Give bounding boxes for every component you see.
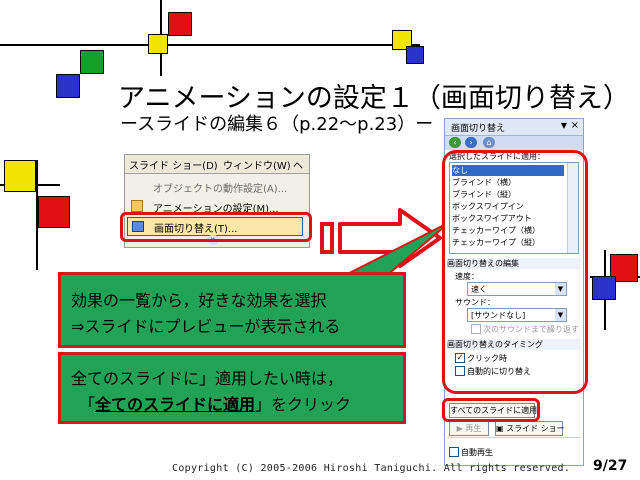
decor-square-blue-3 <box>592 276 616 300</box>
apply-all-highlight-outline <box>442 398 540 422</box>
decor-square-blue-2 <box>406 46 424 64</box>
task-pane-header: 画面切り替え ▼ × <box>445 119 583 136</box>
menu-help[interactable]: ヘ <box>293 157 303 172</box>
callout2-line2: 「全てのスライドに適用」をクリック <box>79 395 352 414</box>
home-icon[interactable]: ⌂ <box>483 137 495 148</box>
slideshow-icon: ▣ <box>496 424 504 433</box>
decor-line-top <box>0 44 420 46</box>
close-icon[interactable]: × <box>571 120 579 131</box>
decor-square-red-2 <box>38 196 70 228</box>
forward-icon[interactable]: › <box>465 137 477 148</box>
decor-square-green <box>80 50 104 74</box>
back-icon[interactable]: ‹ <box>449 137 461 148</box>
dropdown-arrow-icon[interactable]: ▼ <box>561 121 567 130</box>
decor-square-yellow-3 <box>4 160 36 192</box>
decor-square-yellow <box>148 34 168 54</box>
menu-highlight-outline <box>120 212 312 242</box>
decor-square-blue <box>56 74 80 98</box>
page-number: 9/27 <box>593 458 628 474</box>
callout2-line1: 全てのスライドに」適用したい時は， <box>71 369 344 388</box>
menu-window[interactable]: ウィンドウ(W) <box>223 157 291 172</box>
play-button[interactable]: ▶ 再生 <box>449 421 489 436</box>
page-subtitle: ースライドの編集６（p.22〜p.23）ー <box>120 114 434 135</box>
task-pane-toolbar: ‹ › ⌂ <box>445 136 583 150</box>
animation-icon <box>131 200 143 212</box>
callout1-line1: 効果の一覧から，好きな効果を選択 <box>71 291 327 310</box>
slideshow-button[interactable]: ▣ スライド ショー <box>495 421 565 436</box>
copyright-notice: Copyright (C) 2005-2006 Hiroshi Taniguch… <box>172 463 571 474</box>
callout-apply-all: 全てのスライドに」適用したい時は， 「全てのスライドに適用」をクリック <box>58 352 406 424</box>
menu-item-action[interactable]: オブジェクトの動作設定(A)... <box>127 176 305 196</box>
callout-select-effect: 効果の一覧から，好きな効果を選択 ⇒スライドにプレビューが表示される <box>58 272 406 348</box>
effects-highlight-outline <box>442 150 588 394</box>
autopreview-label: 自動再生 <box>461 448 493 457</box>
callout1-line2: ⇒スライドにプレビューが表示される <box>71 317 341 336</box>
pane-divider <box>447 437 581 438</box>
action-icon <box>129 178 143 192</box>
menu-slideshow[interactable]: スライド ショー(D) <box>129 157 218 172</box>
menu-bar: スライド ショー(D) ウィンドウ(W) ヘ <box>125 155 309 174</box>
autopreview-checkbox[interactable] <box>449 447 459 457</box>
decor-square-red <box>168 12 192 36</box>
